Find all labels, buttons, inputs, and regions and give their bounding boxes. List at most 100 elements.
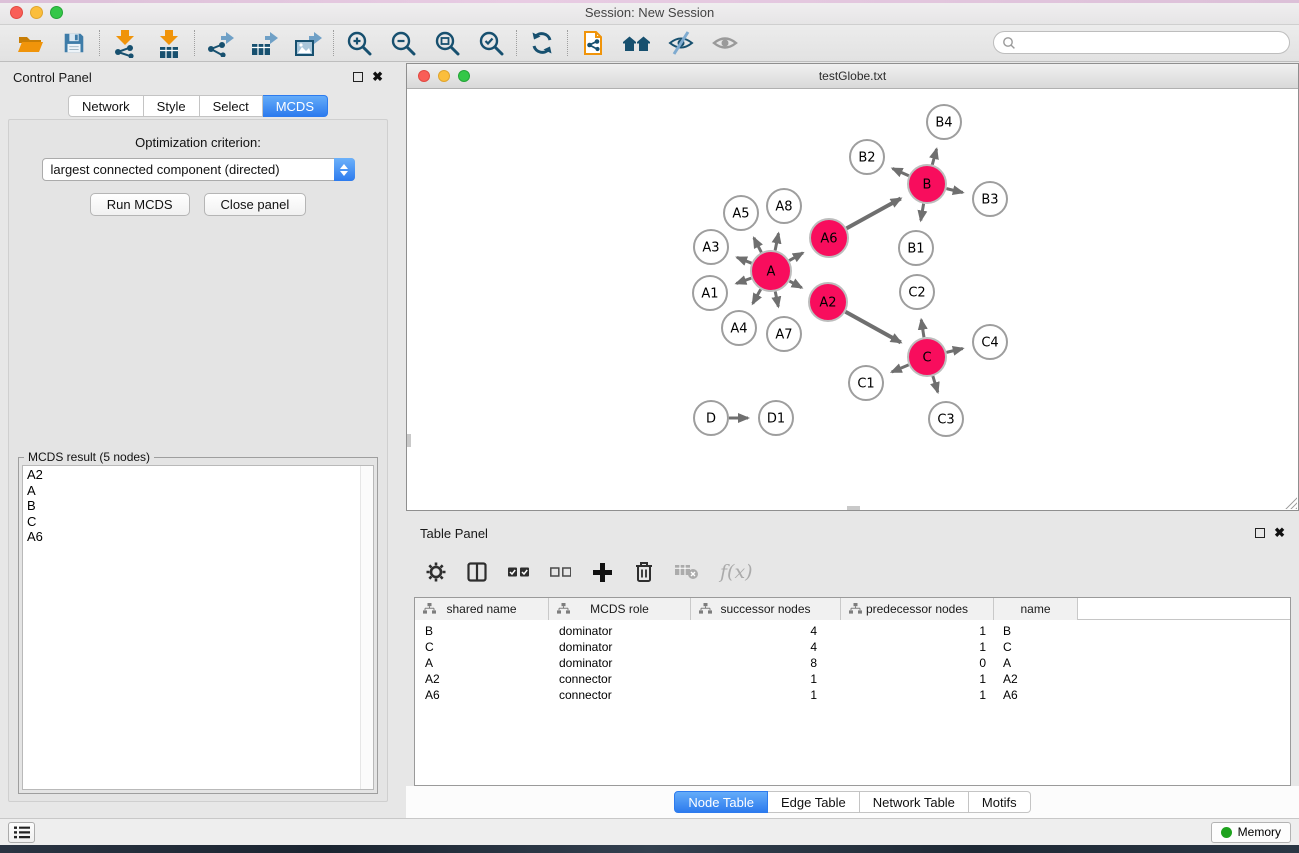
tab-motifs[interactable]: Motifs bbox=[969, 791, 1031, 813]
graph-node-C2[interactable]: C2 bbox=[900, 275, 934, 309]
run-mcds-button[interactable]: Run MCDS bbox=[90, 193, 190, 216]
show-column-icon[interactable] bbox=[467, 562, 487, 582]
table-row[interactable]: Cdominator41C bbox=[415, 639, 1290, 655]
graph-node-A6[interactable]: A6 bbox=[810, 219, 848, 257]
graph-node-C3[interactable]: C3 bbox=[929, 402, 963, 436]
tab-edge-table[interactable]: Edge Table bbox=[768, 791, 860, 813]
graph-node-A3[interactable]: A3 bbox=[694, 230, 728, 264]
network-canvas[interactable]: AA1A2A3A4A5A6A7A8BB1B2B3B4CC1C2C3C4DD1 bbox=[407, 90, 1298, 510]
graph-node-B3[interactable]: B3 bbox=[973, 182, 1007, 216]
mcds-result-item[interactable]: A2 bbox=[23, 467, 373, 483]
tab-style[interactable]: Style bbox=[144, 95, 200, 117]
column-header-successor-nodes[interactable]: successor nodes bbox=[691, 598, 841, 620]
export-image-icon[interactable] bbox=[286, 27, 330, 59]
graph-edge-A-A2[interactable] bbox=[789, 281, 801, 288]
network-close-button[interactable] bbox=[418, 70, 430, 82]
result-list-scrollbar[interactable] bbox=[360, 466, 373, 789]
zoom-selected-region-icon[interactable] bbox=[469, 27, 513, 59]
zoom-fit-content-icon[interactable] bbox=[425, 27, 469, 59]
graph-edge-A-A5[interactable] bbox=[754, 238, 761, 252]
graph-node-C4[interactable]: C4 bbox=[973, 325, 1007, 359]
import-table-from-file-icon[interactable] bbox=[147, 27, 191, 59]
column-header-name[interactable]: name bbox=[994, 598, 1078, 620]
close-table-panel-icon[interactable]: ✖ bbox=[1274, 528, 1285, 538]
float-panel-icon[interactable] bbox=[353, 72, 363, 82]
tab-network-table[interactable]: Network Table bbox=[860, 791, 969, 813]
table-row[interactable]: A2connector11A2 bbox=[415, 671, 1290, 687]
open-session-icon[interactable] bbox=[8, 27, 52, 59]
zoom-in-icon[interactable] bbox=[337, 27, 381, 59]
tab-network[interactable]: Network bbox=[68, 95, 144, 117]
export-table-icon[interactable] bbox=[242, 27, 286, 59]
graph-edge-A2-C[interactable] bbox=[845, 312, 900, 343]
mcds-result-item[interactable]: C bbox=[23, 514, 373, 530]
column-header-mcds-role[interactable]: MCDS role bbox=[549, 598, 691, 620]
graph-node-B4[interactable]: B4 bbox=[927, 105, 961, 139]
network-minimize-button[interactable] bbox=[438, 70, 450, 82]
graph-node-A1[interactable]: A1 bbox=[693, 276, 727, 310]
graph-node-C1[interactable]: C1 bbox=[849, 366, 883, 400]
mcds-result-item[interactable]: A bbox=[23, 483, 373, 499]
graph-node-B[interactable]: B bbox=[908, 165, 946, 203]
table-row[interactable]: A6connector11A6 bbox=[415, 687, 1290, 703]
show-all-icon[interactable] bbox=[703, 27, 747, 59]
search-input[interactable] bbox=[1016, 33, 1289, 52]
graph-node-A4[interactable]: A4 bbox=[722, 311, 756, 345]
graph-node-A7[interactable]: A7 bbox=[767, 317, 801, 351]
graph-node-D[interactable]: D bbox=[694, 401, 728, 435]
graph-edge-A-A7[interactable] bbox=[775, 292, 778, 307]
graph-node-B2[interactable]: B2 bbox=[850, 140, 884, 174]
delete-table-icon-disabled[interactable] bbox=[675, 564, 699, 580]
tab-mcds[interactable]: MCDS bbox=[263, 95, 328, 117]
function-builder-icon-disabled[interactable]: f(x) bbox=[720, 561, 753, 583]
create-network-from-file-icon[interactable] bbox=[571, 27, 615, 59]
task-history-button[interactable] bbox=[8, 822, 35, 843]
table-row[interactable]: Bdominator41B bbox=[415, 623, 1290, 639]
table-row[interactable]: Adominator80A bbox=[415, 655, 1290, 671]
column-header-shared-name[interactable]: shared name bbox=[415, 598, 549, 620]
graph-node-A5[interactable]: A5 bbox=[724, 196, 758, 230]
network-zoom-button[interactable] bbox=[458, 70, 470, 82]
graph-edge-A-A6[interactable] bbox=[789, 253, 803, 261]
graph-node-A8[interactable]: A8 bbox=[767, 189, 801, 223]
first-neighbors-icon[interactable] bbox=[615, 27, 659, 59]
apply-preferred-layout-icon[interactable] bbox=[520, 27, 564, 59]
create-new-column-icon[interactable] bbox=[592, 562, 613, 583]
hide-selected-icon[interactable] bbox=[659, 27, 703, 59]
graph-node-C[interactable]: C bbox=[908, 338, 946, 376]
graph-edge-C-C4[interactable] bbox=[946, 348, 962, 352]
graph-node-A[interactable]: A bbox=[751, 251, 791, 291]
graph-node-D1[interactable]: D1 bbox=[759, 401, 793, 435]
graph-edge-A-A1[interactable] bbox=[736, 278, 751, 283]
vertical-scroll-indicator[interactable] bbox=[407, 434, 411, 447]
save-session-icon[interactable] bbox=[52, 27, 96, 59]
graph-edge-C-C2[interactable] bbox=[921, 320, 924, 338]
graph-edge-B-B4[interactable] bbox=[932, 149, 936, 165]
graph-edge-B-B2[interactable] bbox=[893, 168, 909, 175]
column-header-predecessor-nodes[interactable]: predecessor nodes bbox=[841, 598, 994, 620]
graph-edge-A-A8[interactable] bbox=[775, 233, 778, 250]
table-settings-gear-icon[interactable] bbox=[426, 562, 446, 582]
mcds-result-item[interactable]: B bbox=[23, 498, 373, 514]
zoom-out-icon[interactable] bbox=[381, 27, 425, 59]
unselect-all-columns-icon[interactable] bbox=[550, 566, 571, 578]
float-table-panel-icon[interactable] bbox=[1255, 528, 1265, 538]
graph-edge-C-C1[interactable] bbox=[892, 365, 909, 372]
close-panel-button[interactable]: Close panel bbox=[204, 193, 307, 216]
graph-node-B1[interactable]: B1 bbox=[899, 231, 933, 265]
network-window-titlebar[interactable]: testGlobe.txt bbox=[407, 64, 1298, 89]
select-all-columns-icon[interactable] bbox=[508, 566, 529, 578]
tab-node-table[interactable]: Node Table bbox=[674, 791, 768, 813]
graph-edge-A6-B[interactable] bbox=[847, 198, 901, 228]
graph-edge-B-B3[interactable] bbox=[946, 189, 962, 193]
network-graph[interactable]: AA1A2A3A4A5A6A7A8BB1B2B3B4CC1C2C3C4DD1 bbox=[407, 90, 1298, 510]
memory-button[interactable]: Memory bbox=[1211, 822, 1291, 843]
graph-edge-B-B1[interactable] bbox=[921, 204, 924, 221]
graph-edge-A-A4[interactable] bbox=[753, 289, 761, 303]
delete-columns-icon[interactable] bbox=[634, 561, 654, 583]
horizontal-scroll-indicator[interactable] bbox=[847, 506, 860, 510]
tab-select[interactable]: Select bbox=[200, 95, 263, 117]
graph-edge-C-C3[interactable] bbox=[933, 376, 938, 392]
mcds-result-item[interactable]: A6 bbox=[23, 529, 373, 545]
mcds-result-list[interactable]: A2ABCA6 bbox=[22, 465, 374, 790]
